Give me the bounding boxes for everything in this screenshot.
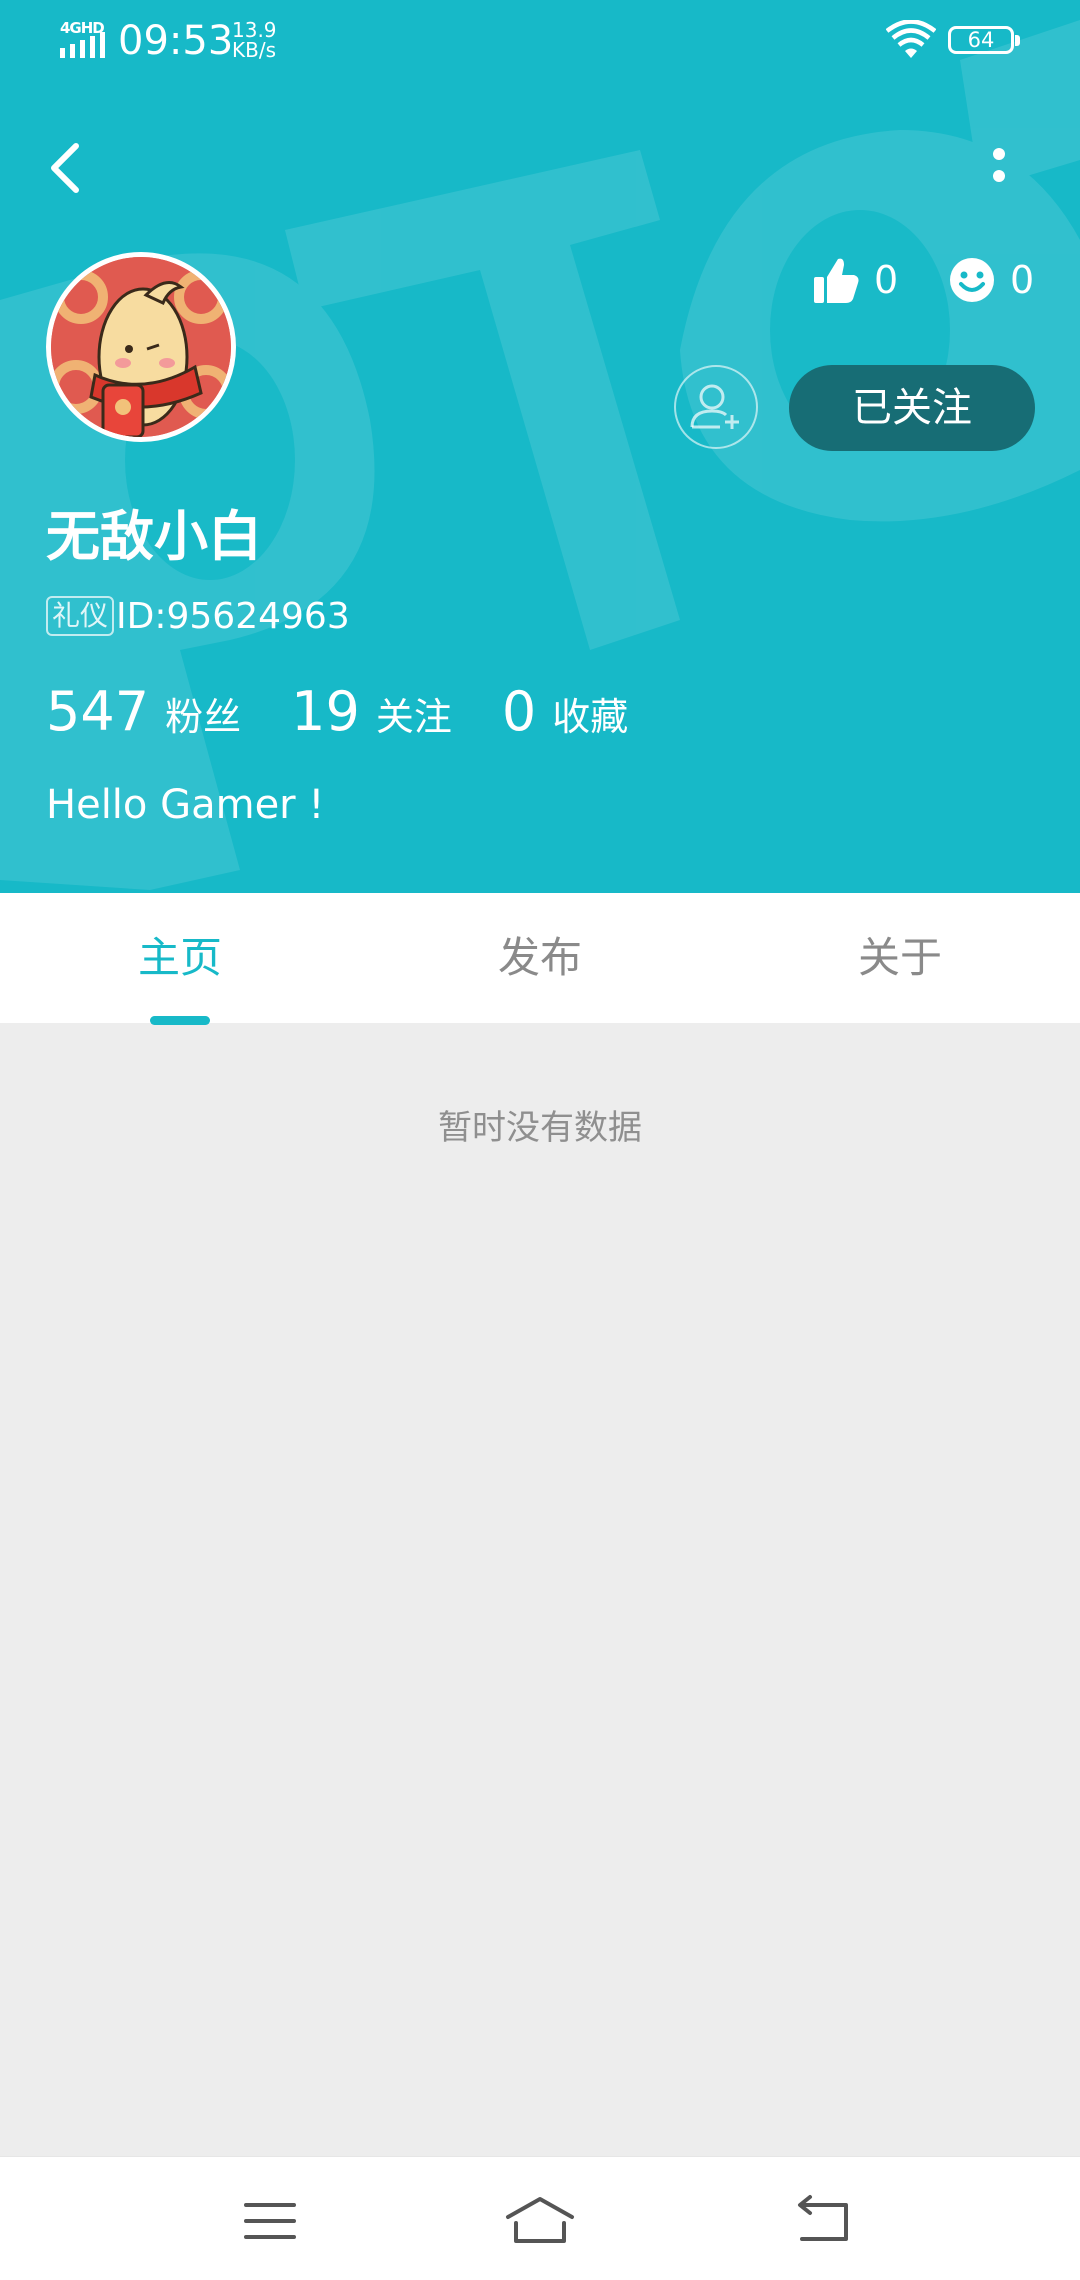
tab-about[interactable]: 关于: [720, 893, 1080, 1023]
thumbs-up-icon: [814, 258, 859, 303]
battery-level: 64: [967, 28, 995, 52]
more-menu-button[interactable]: [976, 138, 1022, 198]
favorites-count[interactable]: 0: [502, 680, 536, 743]
favorites-label[interactable]: 收藏: [552, 686, 628, 741]
status-bar: 4GHD 09:53 13.9 KB/s 64: [0, 0, 1080, 80]
wifi-icon: [886, 20, 936, 58]
avatar[interactable]: [46, 252, 236, 442]
profile-tabs: 主页 发布 关于: [0, 893, 1080, 1023]
net-speed-unit: KB/s: [232, 38, 276, 62]
profile-header: 4GHD 09:53 13.9 KB/s 64 0 0 已关注 无敌小白 礼仪 …: [0, 0, 1080, 893]
likes-stat[interactable]: 0: [812, 252, 898, 308]
menu-icon[interactable]: [232, 2193, 308, 2249]
user-id: ID:95624963: [116, 595, 350, 637]
empty-state-text: 暂时没有数据: [438, 1108, 642, 1148]
smiles-stat[interactable]: 0: [948, 252, 1034, 308]
user-badge: 礼仪: [46, 596, 115, 636]
user-bio: Hello Gamer !: [46, 782, 325, 828]
smiles-count: 0: [1010, 258, 1035, 302]
smile-icon: [950, 258, 994, 302]
net-speed: 13.9 KB/s: [232, 20, 277, 60]
tab-home[interactable]: 主页: [0, 893, 360, 1023]
following-count[interactable]: 19: [291, 680, 360, 743]
battery-icon: 64: [948, 26, 1020, 54]
tab-indicator: [150, 1016, 210, 1025]
follow-button[interactable]: 已关注: [789, 365, 1035, 451]
username: 无敌小白: [46, 505, 262, 568]
profile-counts: 547 粉丝 19 关注 0 收藏: [46, 680, 678, 750]
net-speed-value: 13.9: [232, 18, 277, 42]
add-friend-button[interactable]: [674, 365, 758, 449]
system-nav-bar: [0, 2156, 1080, 2280]
following-label[interactable]: 关注: [376, 686, 452, 741]
network-type: 4GHD: [60, 19, 105, 37]
back-button[interactable]: [44, 138, 88, 198]
tab-posts[interactable]: 发布: [360, 893, 720, 1023]
add-user-icon: [690, 384, 739, 429]
back-nav-icon[interactable]: [786, 2193, 862, 2249]
avatar-image: [51, 257, 231, 437]
profile-page: 4GHD 09:53 13.9 KB/s 64 0 0 已关注 无敌小白 礼仪 …: [0, 0, 1080, 2280]
fans-label[interactable]: 粉丝: [165, 686, 241, 741]
likes-count: 0: [874, 258, 899, 302]
clock: 09:53: [118, 18, 234, 64]
home-icon[interactable]: [502, 2193, 578, 2249]
user-id-row: 礼仪 ID:95624963: [46, 594, 350, 638]
fans-count[interactable]: 547: [46, 680, 149, 743]
